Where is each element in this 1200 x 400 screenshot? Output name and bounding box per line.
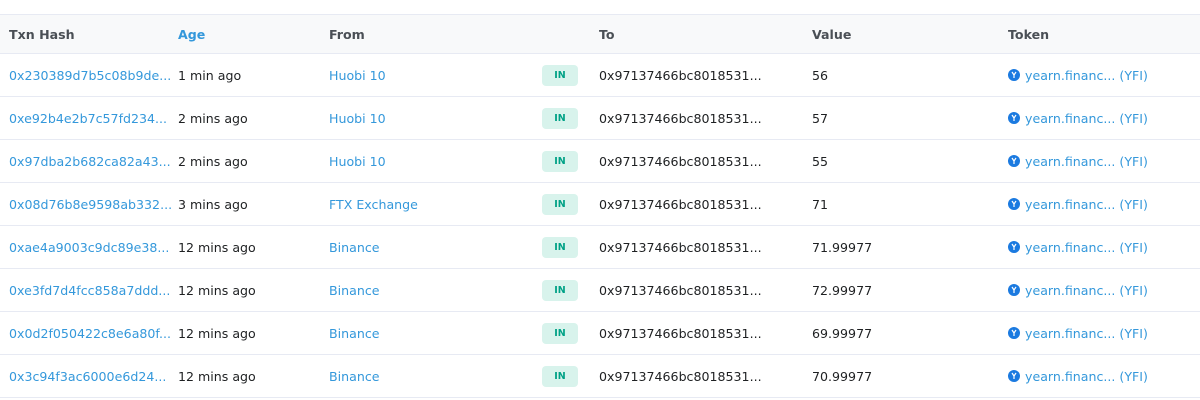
column-header-token: Token (1008, 26, 1050, 42)
token-label[interactable]: yearn.financ... (YFI) (1025, 240, 1148, 255)
direction-badge: IN (542, 236, 578, 258)
direction-badge: IN (542, 322, 578, 344)
token-label[interactable]: yearn.financ... (YFI) (1025, 369, 1148, 384)
token-link[interactable]: yearn.financ... (YFI) (1008, 283, 1148, 298)
yfi-token-icon (1008, 112, 1020, 124)
from-address-link[interactable]: Binance (329, 326, 380, 341)
age-text: 2 mins ago (178, 153, 248, 169)
txn-hash-link[interactable]: 0xae4a9003c9dc89e38... (9, 240, 169, 255)
token-link[interactable]: yearn.financ... (YFI) (1008, 240, 1148, 255)
token-label[interactable]: yearn.financ... (YFI) (1025, 197, 1148, 212)
txn-hash-link[interactable]: 0xe92b4e2b7c57fd234... (9, 111, 167, 126)
column-header-age-toggle[interactable]: Age (178, 27, 205, 42)
token-link[interactable]: yearn.financ... (YFI) (1008, 68, 1148, 83)
table-row: 0x97dba2b682ca82a43... 2 mins ago Huobi … (0, 140, 1200, 183)
value-text: 70.99977 (812, 368, 873, 384)
txn-hash-link[interactable]: 0x3c94f3ac6000e6d24... (9, 369, 166, 384)
value-text: 71.99977 (812, 239, 873, 255)
in-badge: IN (542, 193, 578, 215)
from-address-link[interactable]: Binance (329, 240, 380, 255)
from-address-link[interactable]: Binance (329, 369, 380, 384)
in-badge: IN (542, 365, 578, 387)
table-row: 0x230389d7b5c08b9de... 1 min ago Huobi 1… (0, 54, 1200, 97)
column-header-txn-hash: Txn Hash (9, 26, 75, 42)
token-link[interactable]: yearn.financ... (YFI) (1008, 197, 1148, 212)
token-link[interactable]: yearn.financ... (YFI) (1008, 154, 1148, 169)
table-header: Txn Hash Age From To Value Token (0, 14, 1200, 54)
yfi-token-icon (1008, 198, 1020, 210)
from-address-link[interactable]: Huobi 10 (329, 154, 386, 169)
in-badge: IN (542, 322, 578, 344)
token-link[interactable]: yearn.financ... (YFI) (1008, 369, 1148, 384)
table-row: 0x3c94f3ac6000e6d24... 12 mins ago Binan… (0, 355, 1200, 398)
column-header-to: To (599, 26, 615, 42)
direction-badge: IN (542, 107, 578, 129)
txn-hash-link[interactable]: 0x08d76b8e9598ab332... (9, 197, 172, 212)
yfi-token-icon (1008, 370, 1020, 382)
value-text: 69.99977 (812, 325, 873, 341)
txn-hash-link[interactable]: 0x0d2f050422c8e6a80f... (9, 326, 171, 341)
table-body: 0x230389d7b5c08b9de... 1 min ago Huobi 1… (0, 54, 1200, 398)
table-row: 0xae4a9003c9dc89e38... 12 mins ago Binan… (0, 226, 1200, 269)
to-address: 0x97137466bc8018531... (599, 196, 762, 212)
to-address: 0x97137466bc8018531... (599, 325, 762, 341)
to-address: 0x97137466bc8018531... (599, 282, 762, 298)
to-address: 0x97137466bc8018531... (599, 110, 762, 126)
txn-hash-link[interactable]: 0xe3fd7d4fcc858a7ddd... (9, 283, 170, 298)
age-text: 1 min ago (178, 67, 242, 83)
age-text: 12 mins ago (178, 325, 256, 341)
yfi-token-icon (1008, 155, 1020, 167)
table-row: 0x0d2f050422c8e6a80f... 12 mins ago Bina… (0, 312, 1200, 355)
in-badge: IN (542, 150, 578, 172)
column-header-from: From (329, 26, 365, 42)
token-link[interactable]: yearn.financ... (YFI) (1008, 111, 1148, 126)
table-row: 0xe3fd7d4fcc858a7ddd... 12 mins ago Bina… (0, 269, 1200, 312)
in-badge: IN (542, 236, 578, 258)
age-text: 12 mins ago (178, 368, 256, 384)
token-label[interactable]: yearn.financ... (YFI) (1025, 154, 1148, 169)
yfi-token-icon (1008, 241, 1020, 253)
value-text: 57 (812, 110, 829, 126)
table-row: 0x08d76b8e9598ab332... 3 mins ago FTX Ex… (0, 183, 1200, 226)
token-label[interactable]: yearn.financ... (YFI) (1025, 283, 1148, 298)
direction-badge: IN (542, 279, 578, 301)
direction-badge: IN (542, 193, 578, 215)
direction-badge: IN (542, 150, 578, 172)
direction-badge: IN (542, 365, 578, 387)
value-text: 71 (812, 196, 829, 212)
txn-hash-link[interactable]: 0x230389d7b5c08b9de... (9, 68, 171, 83)
value-text: 72.99977 (812, 282, 873, 298)
token-label[interactable]: yearn.financ... (YFI) (1025, 111, 1148, 126)
table-row: 0xe92b4e2b7c57fd234... 2 mins ago Huobi … (0, 97, 1200, 140)
value-text: 56 (812, 67, 829, 83)
in-badge: IN (542, 279, 578, 301)
age-text: 12 mins ago (178, 282, 256, 298)
to-address: 0x97137466bc8018531... (599, 368, 762, 384)
direction-badge: IN (542, 64, 578, 86)
yfi-token-icon (1008, 284, 1020, 296)
age-text: 12 mins ago (178, 239, 256, 255)
value-text: 55 (812, 153, 829, 169)
token-label[interactable]: yearn.financ... (YFI) (1025, 68, 1148, 83)
yfi-token-icon (1008, 327, 1020, 339)
column-header-value: Value (812, 26, 852, 42)
token-label[interactable]: yearn.financ... (YFI) (1025, 326, 1148, 341)
yfi-token-icon (1008, 69, 1020, 81)
token-link[interactable]: yearn.financ... (YFI) (1008, 326, 1148, 341)
txn-hash-link[interactable]: 0x97dba2b682ca82a43... (9, 154, 171, 169)
age-text: 3 mins ago (178, 196, 248, 212)
from-address-link[interactable]: Huobi 10 (329, 68, 386, 83)
in-badge: IN (542, 107, 578, 129)
to-address: 0x97137466bc8018531... (599, 239, 762, 255)
in-badge: IN (542, 64, 578, 86)
token-transfers-table: Txn Hash Age From To Value Token 0x23038… (0, 14, 1200, 398)
from-address-link[interactable]: FTX Exchange (329, 197, 418, 212)
from-address-link[interactable]: Binance (329, 283, 380, 298)
from-address-link[interactable]: Huobi 10 (329, 111, 386, 126)
to-address: 0x97137466bc8018531... (599, 153, 762, 169)
to-address: 0x97137466bc8018531... (599, 67, 762, 83)
age-text: 2 mins ago (178, 110, 248, 126)
